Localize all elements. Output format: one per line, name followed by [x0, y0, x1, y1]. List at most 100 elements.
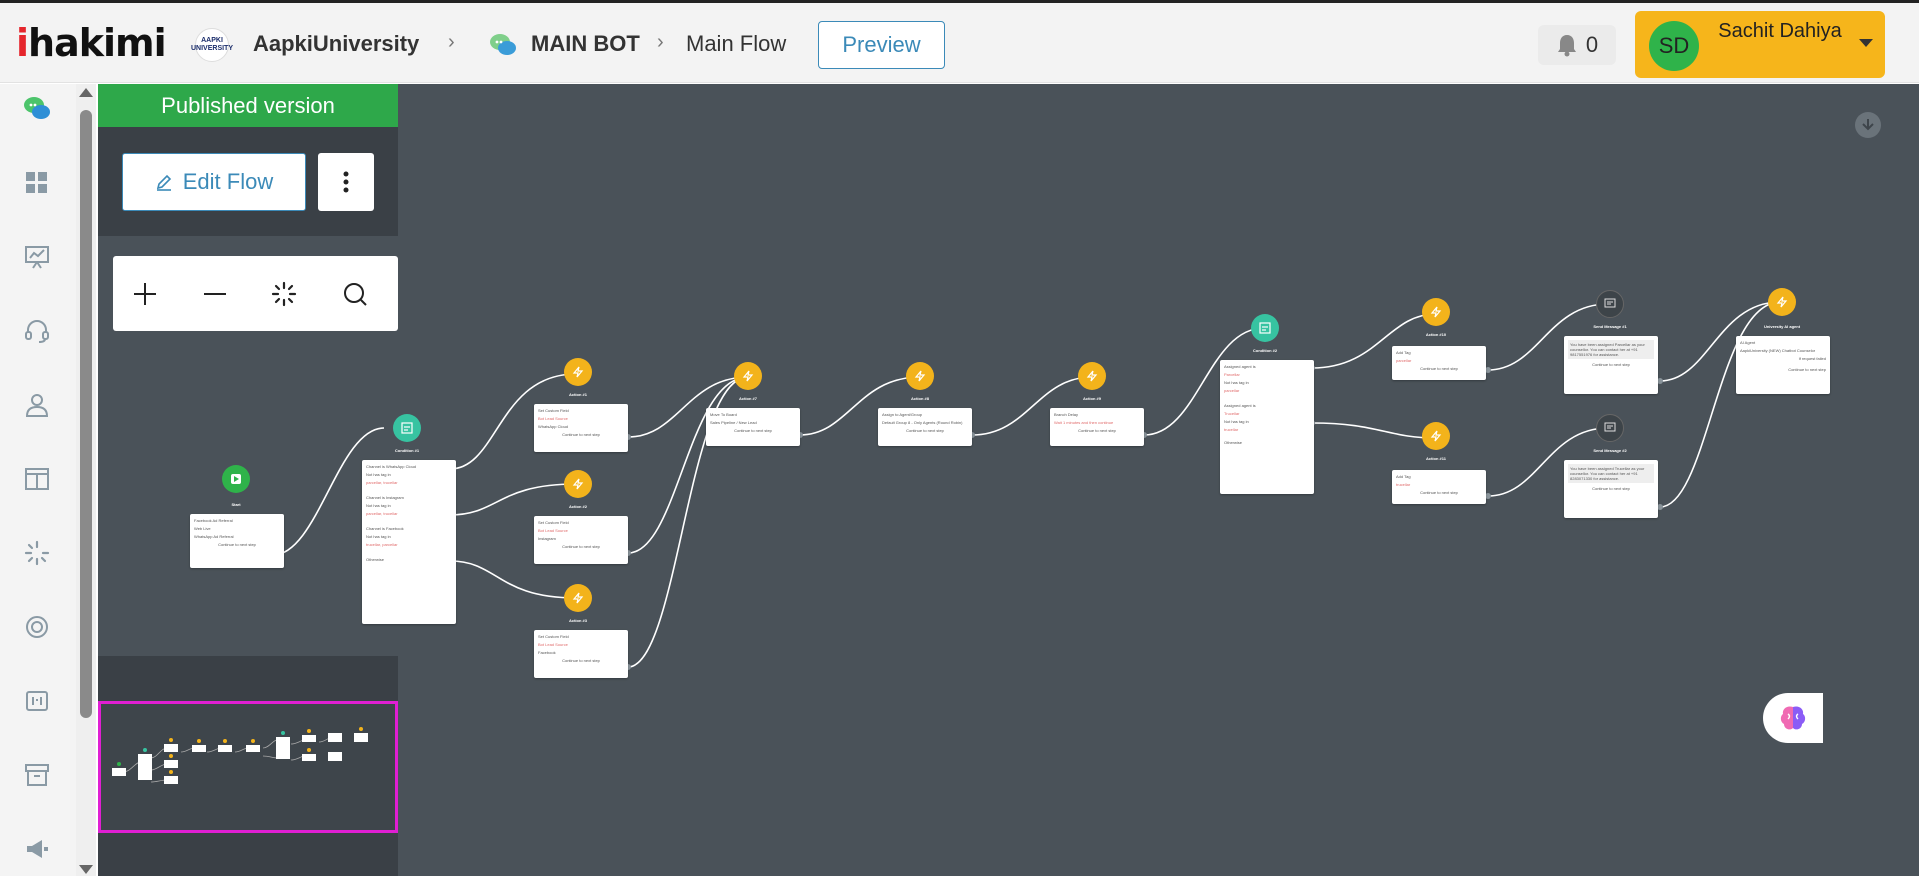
- node-line: parcellar, trucellar: [366, 511, 398, 516]
- node-line: Not has tag in: [366, 503, 391, 508]
- bolt-icon[interactable]: [564, 358, 592, 386]
- node-line: Facebook: [538, 650, 556, 655]
- action-node[interactable]: Set Custom Field Bot Lead Source Faceboo…: [534, 630, 628, 678]
- bot-chat-icon: [490, 34, 516, 55]
- sparkle-loader-icon[interactable]: [22, 538, 52, 568]
- dashboard-grid-icon[interactable]: [22, 168, 52, 198]
- node-footer: Continue to next step: [906, 428, 944, 433]
- node-footer: Continue to next step: [1078, 428, 1116, 433]
- node-line: Bot Lead Source: [538, 528, 568, 533]
- preview-button[interactable]: Preview: [818, 21, 945, 69]
- message-icon[interactable]: [1596, 414, 1624, 442]
- download-icon[interactable]: [1855, 112, 1881, 138]
- node-line: WhatsApp Ad Referral: [194, 534, 234, 539]
- node-line: Channel is Facebook: [366, 526, 404, 531]
- message-node[interactable]: You have been assigned Parcellar as your…: [1564, 336, 1658, 394]
- minimap[interactable]: [98, 701, 398, 833]
- caret-down-icon: [1859, 39, 1873, 47]
- notifications-button[interactable]: 0: [1538, 25, 1616, 65]
- breadcrumb-bot[interactable]: MAIN BOT: [531, 31, 640, 57]
- more-options-button[interactable]: [318, 153, 374, 211]
- brain-icon: [1780, 706, 1806, 730]
- bolt-icon[interactable]: [1768, 288, 1796, 316]
- node-line: Wait 1 minutes and then continue: [1054, 420, 1114, 425]
- node-line: trucellar, parcellar: [366, 542, 398, 547]
- ai-agent-node[interactable]: AI Agent AapkiUniversity (NEW) Chatbot C…: [1736, 336, 1830, 394]
- node-line: You have been assigned Parcellar as your…: [1568, 340, 1654, 359]
- org-logo: AAPKI UNIVERSITY: [191, 28, 233, 62]
- zoom-in-button[interactable]: [125, 274, 165, 314]
- node-line: Not has tag in: [1224, 419, 1249, 424]
- auto-layout-button[interactable]: [264, 274, 304, 314]
- scroll-down-arrow-icon[interactable]: [79, 865, 93, 874]
- node-title: Action #1: [568, 392, 587, 397]
- chat-bubbles-icon[interactable]: [22, 94, 52, 124]
- minimap-preview: [112, 727, 368, 784]
- action-node[interactable]: Set Custom Field Bot Lead Source WhatsAp…: [534, 404, 628, 452]
- node-footer: Continue to next step: [1420, 490, 1458, 495]
- node-line: parcellar: [1224, 388, 1240, 393]
- node-title: Condition #1: [394, 448, 420, 453]
- condition-node-icon[interactable]: [393, 414, 421, 442]
- node-footer: Continue to next step: [1788, 367, 1826, 372]
- user-menu[interactable]: SD Sachit Dahiya: [1635, 11, 1885, 78]
- action-node[interactable]: Add Tag parcellar Continue to next step: [1392, 346, 1486, 380]
- node-title: Action #2: [568, 504, 587, 509]
- bolt-icon[interactable]: [734, 362, 762, 390]
- message-icon[interactable]: [1596, 290, 1624, 318]
- node-line: Move To Board: [710, 412, 737, 417]
- bolt-icon[interactable]: [1422, 298, 1450, 326]
- archive-icon[interactable]: [22, 760, 52, 790]
- node-line: Not has tag in: [366, 534, 391, 539]
- node-line: Bot Lead Source: [538, 416, 568, 421]
- node-line: Assigned agent is: [1224, 364, 1256, 369]
- bolt-icon[interactable]: [906, 362, 934, 390]
- megaphone-icon[interactable]: [22, 834, 52, 864]
- zoom-controls: [113, 256, 398, 331]
- headset-icon[interactable]: [22, 316, 52, 346]
- flow-canvas[interactable]: Start Facebook Ad Referral Web Live What…: [98, 84, 1919, 876]
- node-line: Web Live: [194, 526, 211, 531]
- node-title: Send Message #2: [1593, 448, 1627, 453]
- chevron-right-icon: ›: [657, 31, 664, 53]
- action-node[interactable]: Branch Delay Wait 1 minutes and then con…: [1050, 408, 1144, 446]
- message-node[interactable]: You have been assigned Trucellar as your…: [1564, 460, 1658, 518]
- user-icon[interactable]: [22, 390, 52, 420]
- node-line: Not has tag in: [366, 472, 391, 477]
- top-bar: ihakimi AAPKI UNIVERSITY AapkiUniversity…: [0, 0, 1919, 83]
- action-node[interactable]: Assign to Agent/Group Default Group 8 - …: [878, 408, 972, 446]
- action-node[interactable]: Add Tag trucellar Continue to next step: [1392, 470, 1486, 504]
- start-node[interactable]: Facebook Ad Referral Web Live WhatsApp A…: [190, 514, 284, 568]
- ihakimi-logo[interactable]: ihakimi: [16, 21, 167, 65]
- layout-columns-icon[interactable]: [22, 464, 52, 494]
- bolt-icon[interactable]: [1078, 362, 1106, 390]
- edit-flow-button[interactable]: Edit Flow: [122, 153, 306, 211]
- bolt-icon[interactable]: [564, 470, 592, 498]
- scroll-up-arrow-icon[interactable]: [79, 88, 93, 97]
- bolt-icon[interactable]: [564, 584, 592, 612]
- presentation-chart-icon[interactable]: [22, 242, 52, 272]
- bolt-icon[interactable]: [1422, 422, 1450, 450]
- condition-node-icon[interactable]: [1251, 314, 1279, 342]
- ai-assistant-button[interactable]: [1763, 693, 1823, 743]
- breadcrumb-org[interactable]: AapkiUniversity: [253, 31, 419, 57]
- node-line: Branch Delay: [1054, 412, 1079, 417]
- sidebar-scrollbar-thumb[interactable]: [80, 110, 92, 718]
- search-button[interactable]: [335, 274, 375, 314]
- node-line: parcellar, trucellar: [366, 480, 398, 485]
- node-title: Action #7: [738, 396, 757, 401]
- lifebuoy-icon[interactable]: [22, 612, 52, 642]
- zoom-out-button[interactable]: [195, 274, 235, 314]
- bell-icon: [1557, 35, 1576, 57]
- condition-node[interactable]: Channel is WhatsApp Cloud Not has tag in…: [362, 460, 456, 624]
- node-line: Otherwise: [1224, 440, 1243, 445]
- condition-node[interactable]: Assigned agent is Parcellar Not has tag …: [1220, 360, 1314, 494]
- node-line: Channel is Instagram: [366, 495, 404, 500]
- node-line: Default Group 8 - Only Agents (Round Rob…: [882, 420, 963, 425]
- list-number-icon[interactable]: [22, 686, 52, 716]
- action-node[interactable]: Move To Board Sales Pipeline / New Lead …: [706, 408, 800, 446]
- action-node[interactable]: Set Custom Field Bot Lead Source Instagr…: [534, 516, 628, 564]
- start-node-icon[interactable]: [222, 465, 250, 493]
- node-line: Parcellar: [1224, 372, 1240, 377]
- node-line: Set Custom Field: [538, 408, 569, 413]
